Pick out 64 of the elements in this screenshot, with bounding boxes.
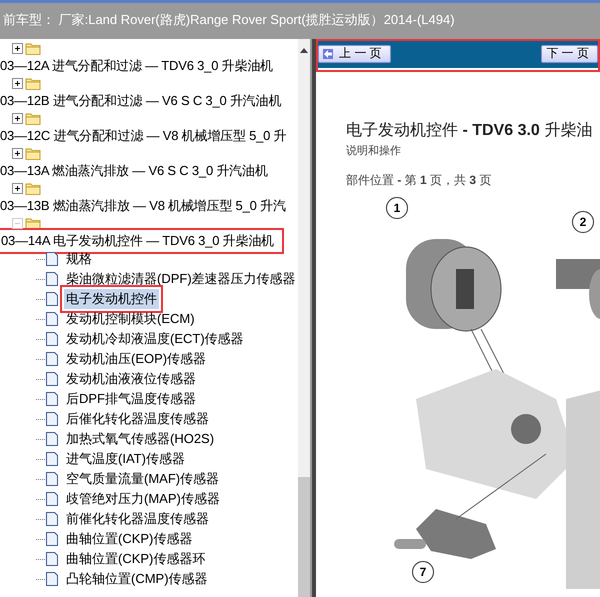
scrollbar[interactable] — [298, 39, 310, 597]
document-icon — [45, 551, 59, 567]
tree-item[interactable]: 发动机油压(EOP)传感器 — [64, 349, 208, 369]
tree-item[interactable]: 电子发动机控件 — [64, 289, 159, 309]
callout-number: 7 — [412, 561, 434, 583]
document-icon — [45, 471, 59, 487]
folder-icon — [25, 76, 41, 90]
tree-item[interactable]: 进气温度(IAT)传感器 — [64, 449, 187, 469]
tree-node-label[interactable]: 03—14A 电子发动机控件 — TDV6 3_0 升柴油机 — [0, 230, 282, 252]
tree-item[interactable]: 后DPF排气温度传感器 — [64, 389, 198, 409]
tree-item[interactable]: 空气质量流量(MAF)传感器 — [64, 469, 222, 489]
document-icon — [45, 491, 59, 507]
tree-item[interactable]: 柴油微粒滤清器(DPF)差速器压力传感器 — [64, 269, 298, 289]
scroll-up-icon[interactable] — [300, 47, 308, 53]
document-icon — [45, 431, 59, 447]
document-title: 电子发动机控件 - TDV6 3.0 升柴油 — [346, 120, 594, 141]
tree-item[interactable]: 发动机控制模块(ECM) — [64, 309, 197, 329]
expand-icon[interactable] — [12, 148, 23, 158]
vehicle-model-text: 前车型： 厂家:Land Rover(路虎)Range Rover Sport(揽胜运动版）2014-(L494) — [3, 11, 455, 29]
expand-icon[interactable] — [12, 78, 23, 88]
document-icon — [45, 571, 59, 587]
expand-icon[interactable] — [12, 42, 23, 54]
document-icon — [45, 511, 59, 527]
document-icon — [45, 351, 59, 367]
folder-icon — [25, 112, 41, 124]
folder-icon — [25, 146, 41, 160]
document-icon — [45, 451, 59, 467]
tree-item[interactable]: 曲轴位置(CKP)传感器 — [64, 529, 194, 549]
tree-node-label[interactable]: 03—12B 进气分配和过滤 — V6 S C 3_0 升汽油机 — [0, 92, 282, 110]
previous-page-button[interactable]: 上 一 页 — [318, 44, 391, 62]
tree-node-label[interactable]: 03—13B 燃油蒸汽排放 — V8 机械增压型 5_0 升汽 — [0, 196, 286, 214]
document-icon — [45, 371, 59, 387]
document-icon — [45, 531, 59, 547]
folder-icon — [25, 42, 41, 54]
document-icon — [45, 271, 59, 287]
folder-icon — [25, 216, 41, 230]
tree-node-label[interactable]: 03—13A 燃油蒸汽排放 — V6 S C 3_0 升汽油机 — [0, 162, 268, 180]
tree-item[interactable]: 发动机冷却液温度(ECT)传感器 — [64, 329, 246, 349]
tree-item[interactable]: 曲轴位置(CKP)传感器环 — [64, 549, 208, 569]
document-icon — [45, 291, 59, 307]
callout-number: 1 — [386, 197, 408, 219]
tree-node-label[interactable]: 03—12C 进气分配和过滤 — V8 机械增压型 5_0 升 — [0, 126, 286, 144]
expand-icon[interactable] — [12, 182, 23, 194]
tree-node-label[interactable]: 03—12A 进气分配和过滤 — TDV6 3_0 升柴油机 — [0, 56, 273, 74]
expand-icon[interactable] — [12, 112, 23, 124]
callout-number: 2 — [572, 211, 594, 233]
tree-item[interactable]: 歧管绝对压力(MAP)传感器 — [64, 489, 222, 509]
document-icon — [45, 391, 59, 407]
page-info-text: 部件位置 - 第 1 页，共 3 页 — [346, 172, 492, 189]
tree-item[interactable]: 规格 — [64, 249, 94, 269]
scroll-thumb[interactable] — [298, 477, 310, 597]
document-icon — [45, 331, 59, 347]
tree-item[interactable]: 加热式氧气传感器(HO2S) — [64, 429, 216, 449]
tree-item[interactable]: 后催化转化器温度传感器 — [64, 409, 211, 429]
document-icon — [45, 411, 59, 427]
document-icon — [45, 311, 59, 327]
document-icon — [45, 251, 59, 267]
next-page-button[interactable]: 下 一 页 — [541, 44, 598, 62]
tree-item[interactable]: 前催化转化器温度传感器 — [64, 509, 211, 529]
document-subtitle: 说明和操作 — [346, 144, 402, 158]
tree-item[interactable]: 凸轮轴位置(CMP)传感器 — [64, 569, 210, 589]
folder-icon — [25, 182, 41, 194]
tree-item[interactable]: 发动机油液液位传感器 — [64, 369, 198, 389]
arrow-left-icon — [323, 48, 333, 58]
